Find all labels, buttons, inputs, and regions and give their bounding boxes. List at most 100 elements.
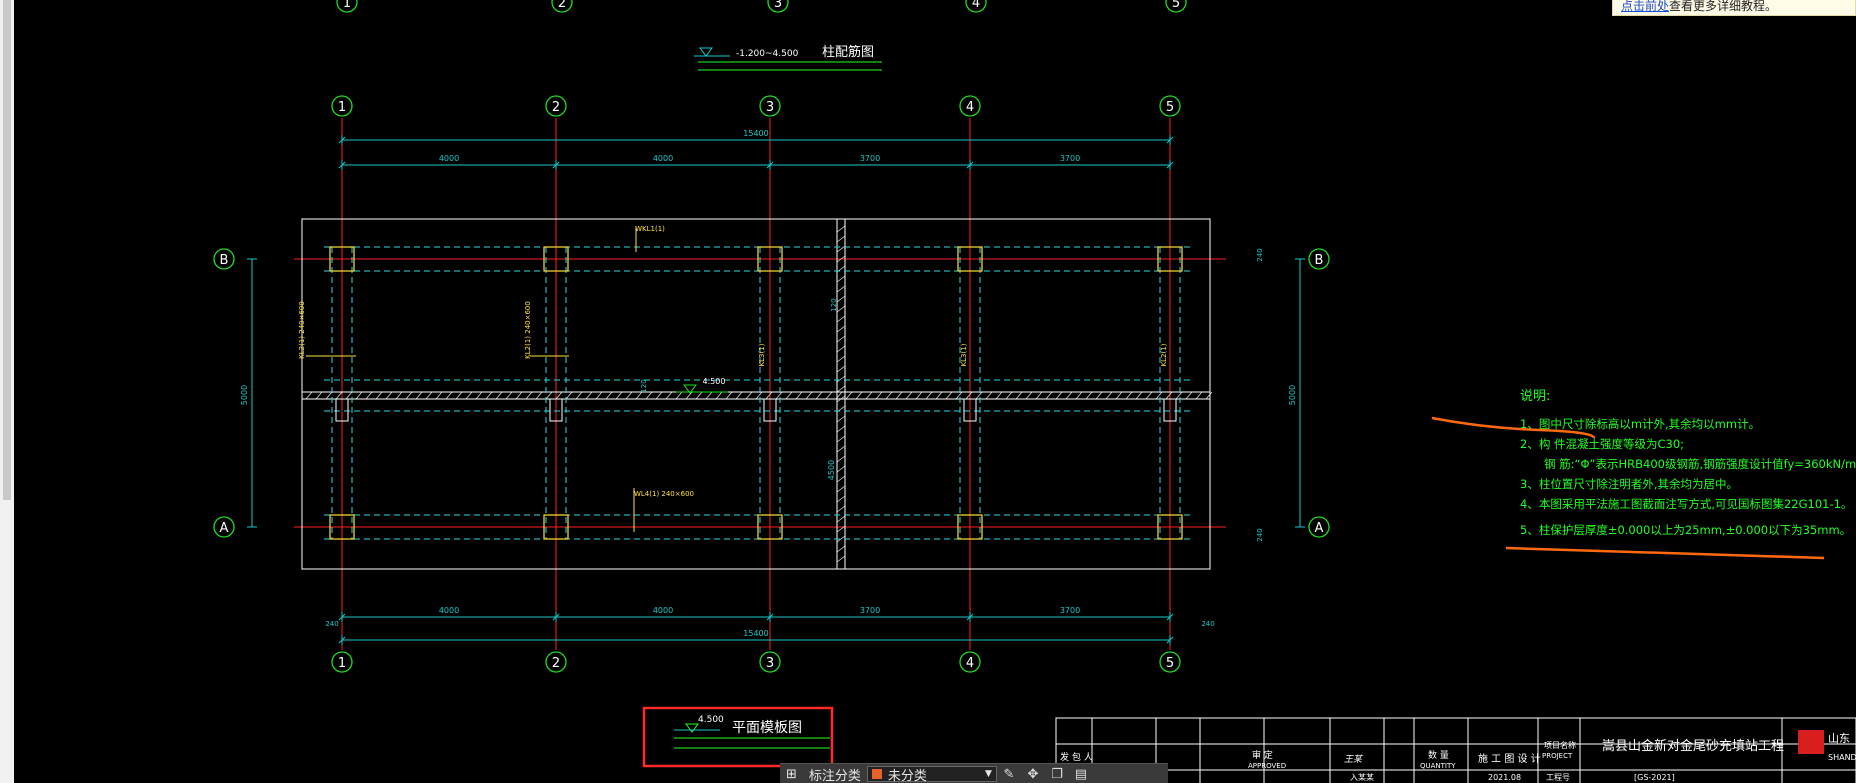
annotation-toolbar: ⊞ 标注分类 未分类 ▼ ✎ ✥ ❐ ▤: [780, 763, 1168, 783]
hatch-v: [836, 425, 846, 433]
cad-canvas[interactable]: 154004000 4000 3700 37004000 4000 3700 3700154…: [14, 0, 1856, 783]
paste-icon[interactable]: ▤: [1069, 765, 1093, 783]
hatch: [975, 391, 983, 400]
hatch: [1035, 391, 1043, 400]
category-icon-wrap[interactable]: ⊞: [780, 764, 803, 783]
hatch: [655, 391, 663, 400]
axis-bubble-bottom-5-label: 5: [1166, 656, 1174, 671]
hatch: [675, 391, 683, 400]
hatch-v: [836, 325, 846, 333]
hatch: [715, 391, 723, 400]
row2-e: 工程号: [1546, 773, 1570, 782]
hatch: [1185, 391, 1193, 400]
dim-edge-left: 240: [325, 620, 338, 628]
tooltip-text: 查看更多详细教程。: [1669, 0, 1778, 13]
left-scrollbar[interactable]: [0, 0, 14, 783]
hatch: [1205, 391, 1213, 400]
hatch: [1135, 391, 1143, 400]
move-icon[interactable]: ✥: [1021, 765, 1045, 783]
hatch: [1045, 391, 1053, 400]
dim-wall-thk: 120: [830, 298, 838, 311]
note-1: 1、图中尺寸除标高以m计外,其余均以mm计。: [1520, 417, 1760, 431]
hatch: [795, 391, 803, 400]
row2-b: 入某某: [1350, 773, 1374, 782]
scrollbar-thumb[interactable]: [3, 0, 11, 500]
hatch: [995, 391, 1003, 400]
axis-bubble-top-1-label: 1: [338, 100, 346, 115]
hatch: [945, 391, 953, 400]
hatch-v: [836, 225, 846, 233]
hatch-v: [836, 285, 846, 293]
hatch: [735, 391, 743, 400]
hatch-v: [836, 275, 846, 283]
hatch-v: [836, 435, 846, 443]
dim-bottom-spans-label: 3700: [860, 606, 880, 615]
quantity-en: QUANTITY: [1420, 762, 1456, 770]
dim-bottom-spans-label: 4000: [653, 606, 673, 615]
hatch: [855, 391, 863, 400]
help-tooltip: 点击前处查看更多详细教程。: [1612, 0, 1856, 16]
hatch: [615, 391, 623, 400]
hatch: [1125, 391, 1133, 400]
hatch: [885, 391, 893, 400]
slab-plan-title-block: 4.500 平面模板图: [642, 706, 834, 768]
notes-heading: 说明:: [1520, 389, 1550, 404]
hatch: [935, 391, 943, 400]
dim-bottom-spans-label: 3700: [1060, 606, 1080, 615]
hatch-v: [836, 495, 846, 503]
dim-bottom-total-label: 15400: [743, 629, 768, 638]
row2-f: [GS-2021]: [1634, 773, 1675, 782]
approved-cn: 审 定: [1252, 749, 1273, 761]
hatch: [1145, 391, 1153, 400]
edit-icon[interactable]: ✎: [997, 765, 1021, 783]
category-value: 未分类: [887, 768, 927, 783]
hatch-v: [836, 355, 846, 363]
tutorial-link[interactable]: 点击前处: [1621, 0, 1669, 13]
hatch: [965, 391, 973, 400]
beam-label-kl2-left: KL2(1) 240×600: [298, 301, 306, 359]
axis-bubble-clipped-2-label: 2: [558, 0, 566, 11]
hatch-v: [836, 555, 846, 563]
hatch: [1155, 391, 1163, 400]
dim-right-edge-top: 240: [1256, 248, 1264, 261]
dim-vertical-label: 5000: [1288, 385, 1297, 405]
axis-bubble-bottom-3-label: 3: [766, 656, 774, 671]
beam-label-kl3b: KL3(1): [960, 343, 968, 366]
hatch: [1015, 391, 1023, 400]
hatch: [1075, 391, 1083, 400]
hatch: [455, 391, 463, 400]
axis-bubble-bottom-4-label: 4: [966, 656, 974, 671]
column-plan-level: -1.200~4.500: [736, 49, 799, 59]
hatch: [915, 391, 923, 400]
hatch-v: [836, 295, 846, 303]
hatch-v: [836, 375, 846, 383]
axis-bubble-clipped-5-label: 5: [1172, 0, 1180, 11]
building-plan: [301, 218, 1213, 570]
hatch-v: [836, 315, 846, 323]
hatch: [1095, 391, 1103, 400]
column-plan-title-block: -1.200~4.500 柱配筋图: [694, 44, 882, 71]
hatch-v: [836, 335, 846, 343]
hatch: [445, 391, 453, 400]
grid-icon: ⊞: [786, 766, 797, 782]
hatch: [755, 391, 763, 400]
hatch: [535, 391, 543, 400]
hatch-v: [836, 305, 846, 313]
company-logo: [1798, 730, 1824, 754]
hatch-v: [836, 365, 846, 373]
hatch: [1195, 391, 1203, 400]
axis-bubble-top-5-label: 5: [1166, 100, 1174, 115]
beam-label-kl3c: KL2(1): [1160, 343, 1168, 366]
category-select[interactable]: 未分类 ▼: [866, 766, 997, 783]
hatch: [1005, 391, 1013, 400]
hatch-v: [836, 505, 846, 513]
dim-right-edge-bot: 240: [1256, 528, 1264, 541]
hatch: [475, 391, 483, 400]
dim-top-spans-label: 4000: [439, 154, 459, 163]
copy-icon[interactable]: ❐: [1045, 765, 1069, 783]
hatch: [1175, 391, 1183, 400]
beam-label-wl4: WL4(1) 240×600: [634, 490, 694, 498]
orange-markup-stroke-2: [1505, 546, 1825, 560]
project-name: 嵩县山金新对金尾砂充填站工程: [1602, 738, 1784, 754]
hatch-v: [836, 465, 846, 473]
